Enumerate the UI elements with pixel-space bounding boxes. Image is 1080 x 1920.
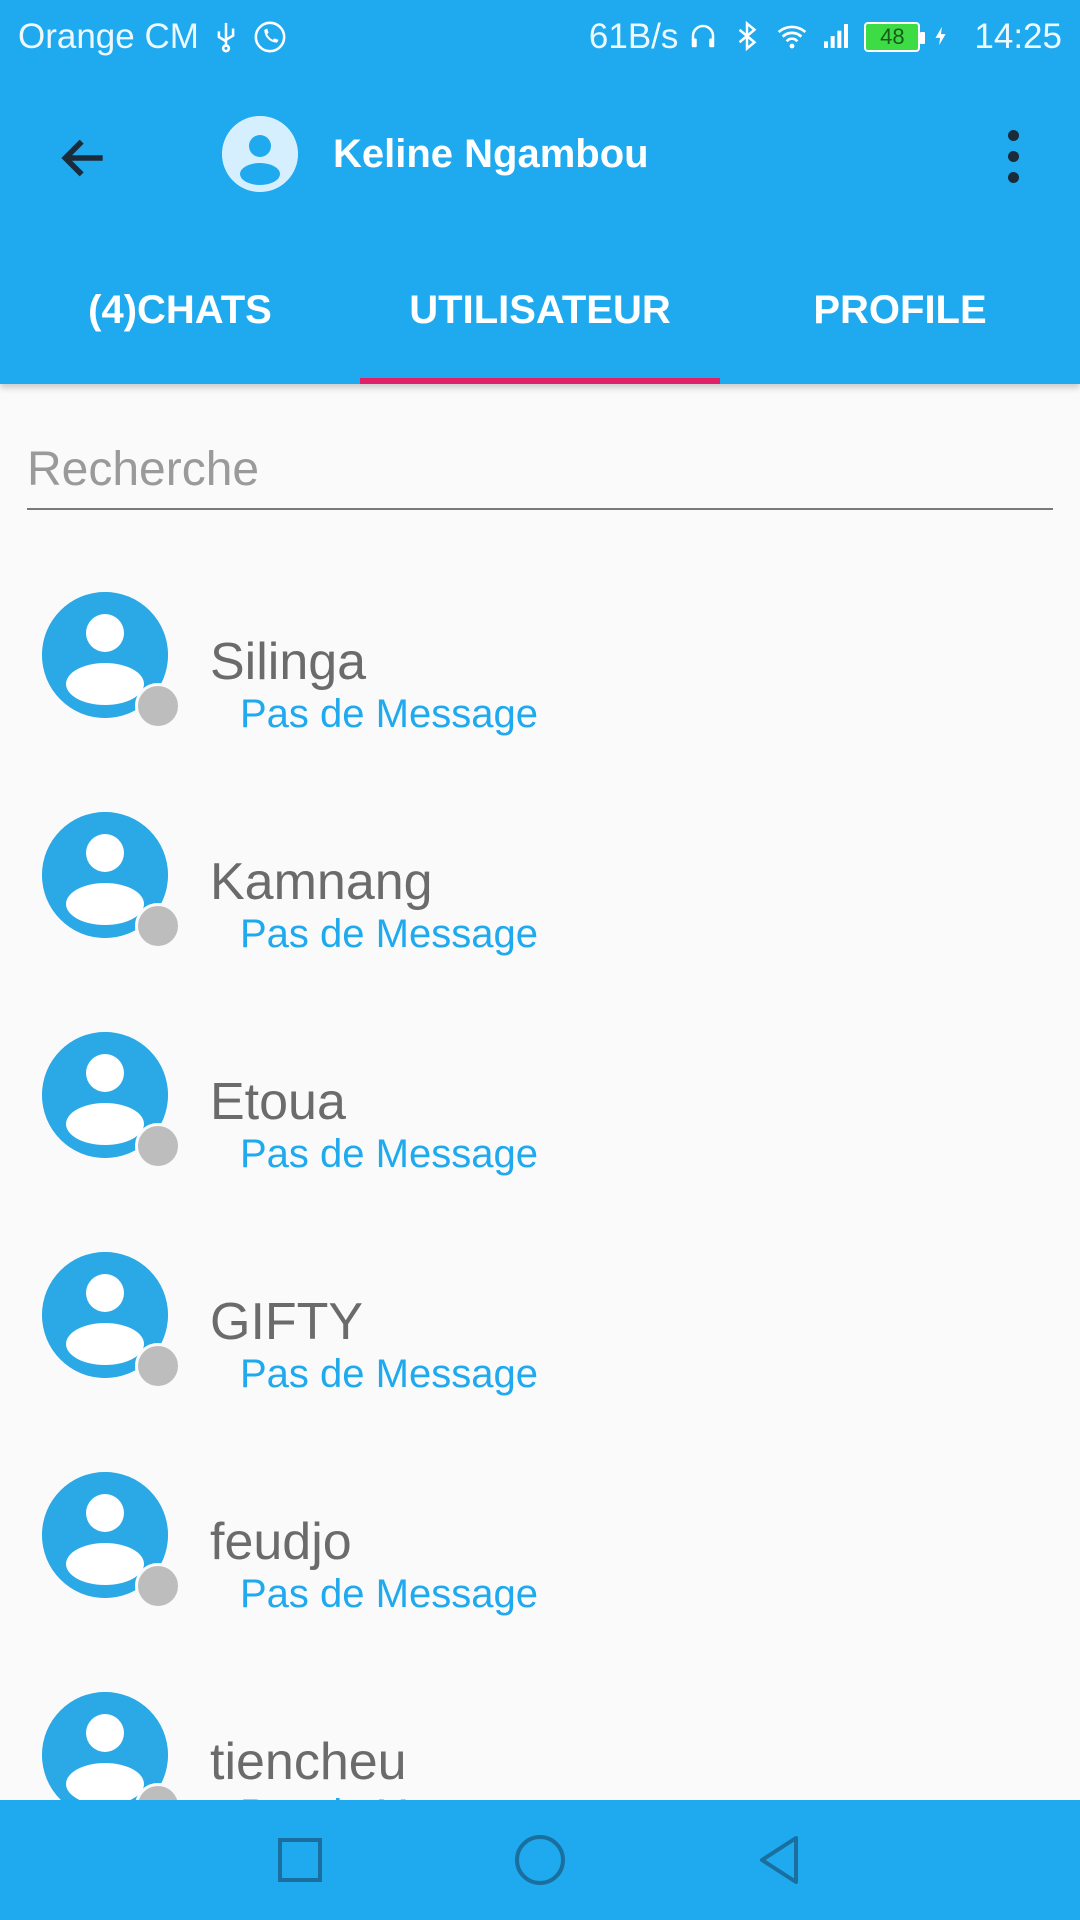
user-name: GIFTY — [210, 1293, 364, 1351]
status-bar: Orange CM 61B/s 48 14:25 — [0, 0, 1080, 74]
list-item-feudjo[interactable]: feudjo Pas de Message — [0, 1440, 1080, 1660]
nav-back-button[interactable] — [750, 1830, 810, 1890]
tab-bar: (4)CHATS UTILISATEUR PROFILE — [0, 258, 1080, 384]
last-message: Pas de Message — [240, 1792, 538, 1800]
list-item-tiencheu[interactable]: tiencheu Pas de Message — [0, 1660, 1080, 1800]
offline-status-dot — [135, 1563, 181, 1609]
arrow-left-icon — [61, 139, 103, 177]
headphones-icon — [688, 20, 722, 54]
last-message: Pas de Message — [240, 1352, 538, 1396]
tab-profile[interactable]: PROFILE — [720, 258, 1080, 384]
tab-utilisateur[interactable]: UTILISATEUR — [360, 258, 720, 384]
page-title: Keline Ngambou — [333, 132, 649, 176]
usb-icon — [209, 20, 243, 54]
bluetooth-icon — [732, 20, 766, 54]
triangle-back-icon — [760, 1836, 798, 1884]
offline-status-dot — [135, 903, 181, 949]
offline-status-dot — [135, 1123, 181, 1169]
home-button[interactable] — [510, 1830, 570, 1890]
carrier-label: Orange CM — [18, 17, 199, 56]
battery-level: 48 — [880, 24, 905, 49]
recents-button[interactable] — [270, 1830, 330, 1890]
tab-chats[interactable]: (4)CHATS — [0, 258, 360, 384]
search-field — [27, 426, 1053, 510]
signal-icon — [820, 20, 854, 54]
last-message: Pas de Message — [240, 1572, 538, 1616]
square-icon — [278, 1838, 322, 1882]
tab-indicator — [360, 378, 720, 384]
circle-icon — [515, 1835, 565, 1885]
user-name: Etoua — [210, 1073, 346, 1131]
charging-icon — [930, 20, 964, 54]
clock: 14:25 — [974, 17, 1062, 56]
user-name: feudjo — [210, 1513, 352, 1571]
system-nav-bar — [0, 1800, 1080, 1920]
toolbar: Keline Ngambou — [0, 100, 1080, 212]
profile-avatar[interactable] — [222, 116, 298, 192]
user-name: tiencheu — [210, 1733, 407, 1791]
wifi-icon — [776, 20, 810, 54]
list-item-silinga[interactable]: Silinga Pas de Message — [0, 560, 1080, 780]
last-message: Pas de Message — [240, 912, 538, 956]
last-message: Pas de Message — [240, 692, 538, 736]
person-icon — [222, 116, 298, 192]
search-input[interactable] — [27, 426, 1053, 506]
offline-status-dot — [135, 1343, 181, 1389]
battery-icon: 48 — [864, 22, 926, 52]
user-list[interactable]: Silinga Pas de Message Kamnang Pas de Me… — [0, 560, 1080, 1800]
more-vert-icon[interactable] — [985, 120, 1041, 192]
user-name: Kamnang — [210, 853, 433, 911]
last-message: Pas de Message — [240, 1132, 538, 1176]
net-speed: 61B/s — [588, 17, 679, 56]
back-button[interactable] — [44, 118, 124, 198]
list-item-etoua[interactable]: Etoua Pas de Message — [0, 1000, 1080, 1220]
app-bar: Orange CM 61B/s 48 14:25 Keline Ngambou … — [0, 0, 1080, 384]
list-item-gifty[interactable]: GIFTY Pas de Message — [0, 1220, 1080, 1440]
list-item-kamnang[interactable]: Kamnang Pas de Message — [0, 780, 1080, 1000]
call-icon — [253, 20, 287, 54]
offline-status-dot — [135, 683, 181, 729]
user-name: Silinga — [210, 633, 367, 691]
